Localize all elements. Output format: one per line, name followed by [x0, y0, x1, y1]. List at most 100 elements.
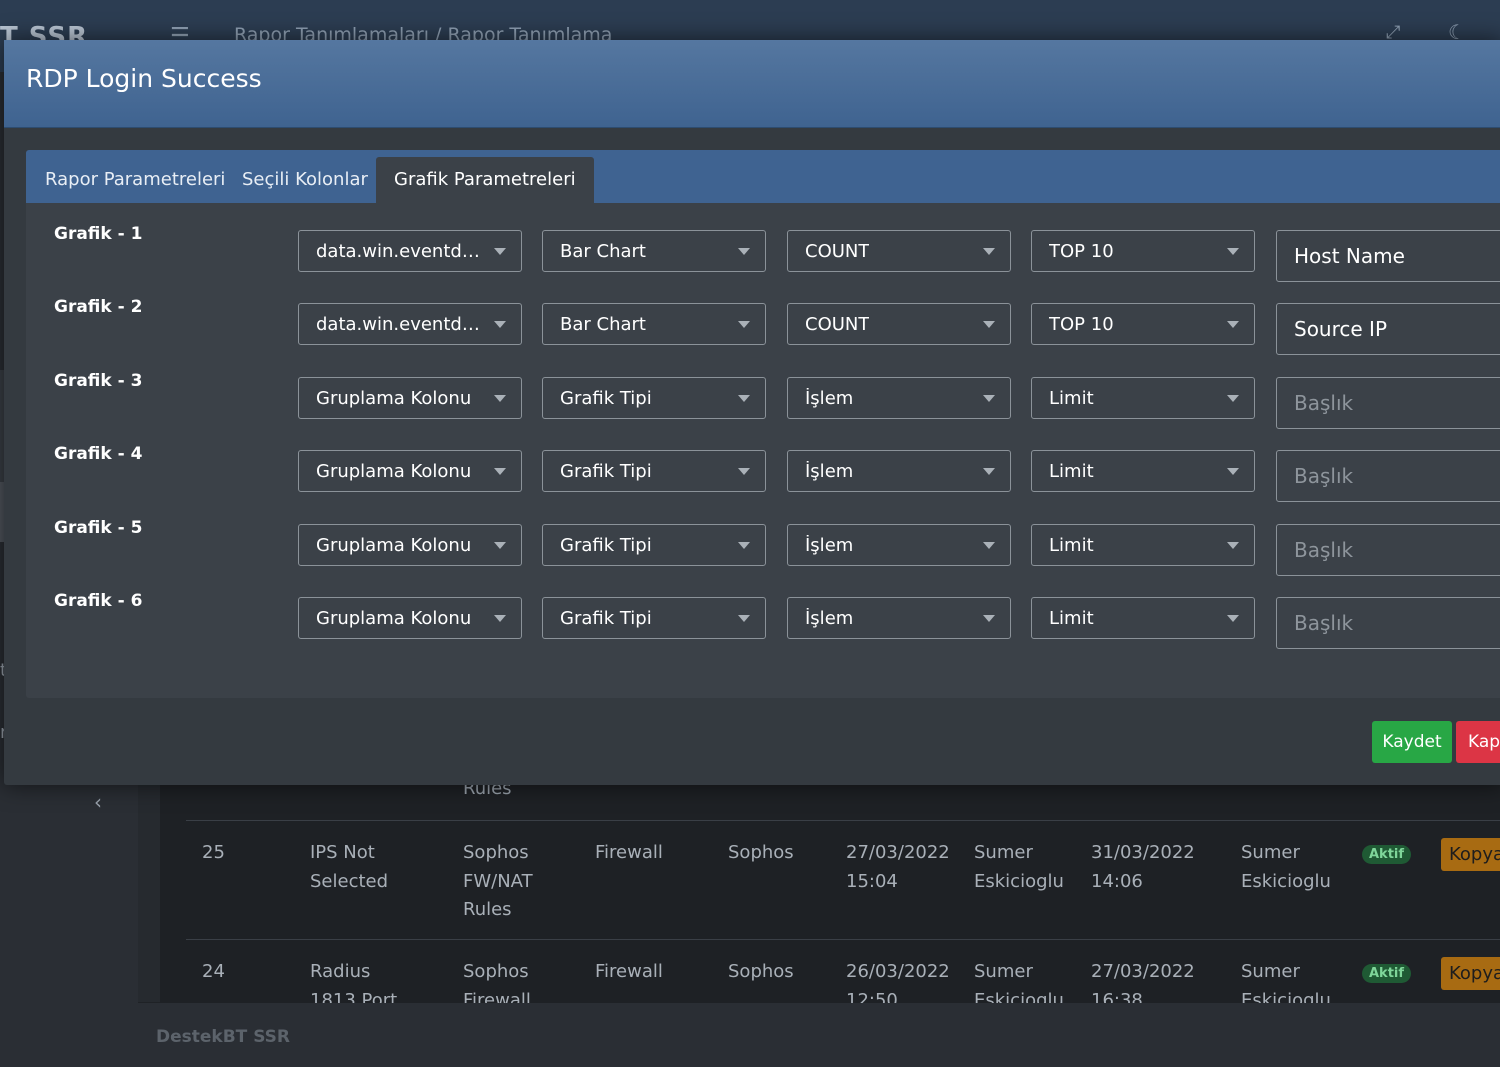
- grouping-column-select[interactable]: Gruplama Kolonu: [298, 376, 522, 419]
- caret-down-icon: [494, 541, 506, 549]
- chart-title-input[interactable]: [1276, 523, 1500, 576]
- chart-type-select-value: Bar Chart: [560, 314, 646, 336]
- limit-select[interactable]: Limit: [1031, 523, 1255, 566]
- caret-down-icon: [738, 248, 750, 255]
- cell-created-date: 26/03/2022 12:50: [846, 961, 950, 1003]
- status-badge: Aktif: [1362, 845, 1412, 864]
- caret-down-icon: [983, 321, 995, 329]
- grafik-row-label: Grafik - 1: [54, 224, 143, 244]
- copy-button[interactable]: Kopyal: [1441, 957, 1500, 990]
- grouping-column-select[interactable]: data.win.eventdata.ipAddress: [298, 303, 522, 346]
- cell-category: Firewall: [595, 842, 663, 863]
- tab-bar: Rapor Parametreleri Seçili Kolonlar Graf…: [26, 150, 1500, 203]
- modal-title: RDP Login Success: [26, 64, 262, 93]
- limit-select[interactable]: TOP 10: [1031, 303, 1255, 346]
- cell-name: Radius 1813 Port Report: [310, 961, 398, 1003]
- grouping-column-select[interactable]: data.win.eventdata.workstationName: [298, 230, 522, 272]
- chart-title-input[interactable]: [1276, 303, 1500, 356]
- chart-type-select[interactable]: Grafik Tipi: [542, 597, 766, 639]
- caret-down-icon: [1227, 615, 1239, 622]
- close-button[interactable]: Kap: [1456, 721, 1500, 763]
- caret-down-icon: [1227, 468, 1239, 476]
- cell-category: Firewall: [595, 961, 663, 982]
- limit-select-value: Limit: [1049, 387, 1094, 409]
- caret-down-icon: [738, 394, 750, 402]
- grouping-column-select[interactable]: Gruplama Kolonu: [298, 450, 522, 493]
- chart-settings-modal: RDP Login Success Rapor Parametreleri Se…: [4, 40, 1500, 785]
- grafik-row-label: Grafik - 3: [54, 370, 143, 391]
- caret-down-icon: [738, 615, 750, 622]
- limit-select[interactable]: Limit: [1031, 376, 1255, 419]
- table-row[interactable]: 25 IPS Not Selected Sophos FW/NAT Rules …: [186, 820, 1500, 940]
- chart-type-select[interactable]: Grafik Tipi: [542, 450, 766, 493]
- operation-select[interactable]: İşlem: [787, 597, 1011, 639]
- operation-select[interactable]: İşlem: [787, 523, 1011, 566]
- cell-created-by: Sumer Eskicioglu: [974, 961, 1064, 1003]
- chart-title-input[interactable]: [1276, 450, 1500, 503]
- caret-down-icon: [1227, 248, 1239, 255]
- grouping-column-select[interactable]: Gruplama Kolonu: [298, 597, 522, 639]
- operation-select[interactable]: İşlem: [787, 450, 1011, 493]
- operation-select[interactable]: COUNT: [787, 230, 1011, 272]
- modal-card: Rapor Parametreleri Seçili Kolonlar Graf…: [26, 150, 1500, 698]
- tab-grafik-parametreleri[interactable]: Grafik Parametreleri: [376, 157, 594, 203]
- limit-select[interactable]: TOP 10: [1031, 230, 1255, 272]
- chart-title-input[interactable]: [1276, 597, 1500, 649]
- grafik-row-label: Grafik - 2: [54, 297, 143, 318]
- caret-down-icon: [983, 248, 995, 255]
- cell-updated-date: 27/03/2022 16:38: [1091, 961, 1195, 1003]
- grouping-column-select[interactable]: Gruplama Kolonu: [298, 523, 522, 566]
- grouping-column-select-value: Gruplama Kolonu: [316, 461, 472, 483]
- tab-rapor-parametreleri[interactable]: Rapor Parametreleri: [27, 157, 243, 203]
- table-row[interactable]: 24 Radius 1813 Port Report Sophos Firewa…: [186, 939, 1500, 1003]
- limit-select-value: Limit: [1049, 534, 1094, 556]
- caret-down-icon: [738, 541, 750, 549]
- caret-down-icon: [494, 248, 506, 255]
- caret-down-icon: [494, 468, 506, 476]
- cell-template: Sophos FW/NAT Rules: [463, 842, 533, 920]
- footer-text: DestekBT SSR: [156, 1027, 291, 1047]
- chart-title-input[interactable]: [1276, 376, 1500, 429]
- status-badge: Aktif: [1362, 964, 1412, 983]
- caret-down-icon: [1227, 541, 1239, 549]
- caret-down-icon: [494, 321, 506, 329]
- chart-type-select[interactable]: Grafik Tipi: [542, 376, 766, 419]
- caret-down-icon: [983, 615, 995, 622]
- limit-select-value: TOP 10: [1049, 241, 1114, 262]
- chart-type-select-value: Grafik Tipi: [560, 608, 652, 629]
- grouping-column-select-value: Gruplama Kolonu: [316, 534, 472, 556]
- operation-select-value: COUNT: [805, 241, 870, 262]
- grafik-row-label: Grafik - 5: [54, 517, 143, 538]
- chart-type-select[interactable]: Bar Chart: [542, 303, 766, 346]
- caret-down-icon: [1227, 321, 1239, 329]
- grouping-column-select-value: data.win.eventdata.workstationName: [316, 241, 486, 262]
- save-button[interactable]: Kaydet: [1372, 721, 1452, 763]
- tab-secili-kolonlar[interactable]: Seçili Kolonlar: [224, 157, 386, 203]
- operation-select[interactable]: COUNT: [787, 303, 1011, 346]
- cell-vendor: Sophos: [728, 842, 794, 863]
- limit-select[interactable]: Limit: [1031, 450, 1255, 493]
- limit-select-value: Limit: [1049, 461, 1094, 483]
- operation-select-value: İşlem: [805, 534, 854, 556]
- limit-select[interactable]: Limit: [1031, 597, 1255, 639]
- operation-select-value: İşlem: [805, 387, 854, 409]
- cell-created-date: 27/03/2022 15:04: [846, 842, 950, 892]
- chevron-left-icon[interactable]: ‹: [94, 790, 102, 814]
- operation-select-value: İşlem: [805, 461, 854, 483]
- caret-down-icon: [738, 321, 750, 329]
- chart-title-input[interactable]: [1276, 230, 1500, 282]
- copy-button[interactable]: Kopyal: [1441, 838, 1500, 871]
- operation-select[interactable]: İşlem: [787, 376, 1011, 419]
- limit-select-value: TOP 10: [1049, 314, 1114, 336]
- footer: DestekBT SSR: [138, 1003, 1500, 1067]
- limit-select-value: Limit: [1049, 608, 1094, 629]
- cell-vendor: Sophos: [728, 961, 794, 982]
- caret-down-icon: [1227, 394, 1239, 402]
- cell-id: 25: [202, 842, 225, 863]
- grouping-column-select-value: Gruplama Kolonu: [316, 608, 472, 629]
- cell-template: Sophos Firewall: [463, 961, 531, 1003]
- chart-type-select[interactable]: Grafik Tipi: [542, 523, 766, 566]
- grouping-column-select-value: data.win.eventdata.ipAddress: [316, 314, 486, 336]
- chart-type-select[interactable]: Bar Chart: [542, 230, 766, 272]
- chart-type-select-value: Grafik Tipi: [560, 534, 652, 556]
